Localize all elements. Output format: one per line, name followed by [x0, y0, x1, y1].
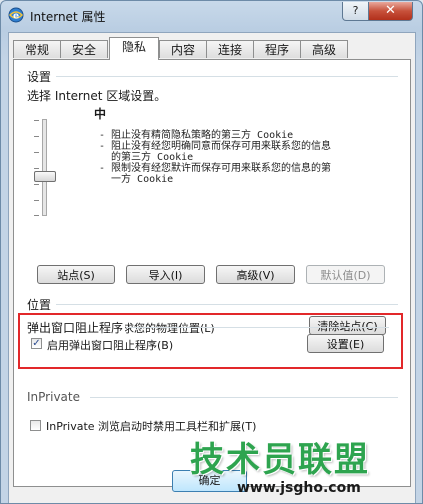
- watermark-url: www.jsgho.com: [237, 480, 361, 496]
- tab-programs[interactable]: 程序: [253, 40, 301, 58]
- popup-highlight-box: [18, 313, 403, 369]
- slider-tick: [34, 168, 39, 169]
- settings-divider: [56, 76, 398, 77]
- settings-group-label: 设置: [27, 70, 52, 84]
- tab-strip: 常规 安全 隐私 内容 连接 程序 高级: [13, 37, 413, 60]
- default-button[interactable]: 默认值(D): [306, 265, 385, 284]
- watermark: 技术员联盟 www.jsgho.com: [190, 432, 395, 504]
- tab-connections[interactable]: 连接: [206, 40, 254, 58]
- slider-tick: [34, 215, 39, 216]
- privacy-slider[interactable]: [32, 115, 72, 225]
- privacy-desc-line-5: 一方 Cookie: [99, 174, 174, 185]
- slider-tick: [34, 120, 39, 121]
- inprivate-disable-checkbox[interactable]: [30, 420, 41, 431]
- slider-tick: [34, 200, 39, 201]
- tab-advanced[interactable]: 高级: [300, 40, 348, 58]
- title-bar[interactable]: e Internet 属性 ? ✕: [1, 1, 422, 31]
- inprivate-group-label: InPrivate: [27, 390, 80, 404]
- tab-content[interactable]: 内容: [159, 40, 207, 58]
- slider-track: [42, 119, 47, 216]
- watermark-logo-text: 技术员联盟: [190, 440, 370, 480]
- privacy-desc-line-1: - 阻止没有精简隐私策略的第三方 Cookie: [99, 130, 294, 141]
- privacy-desc-line-2: - 阻止没有经您明确同意而保存可用来联系您的信息: [99, 141, 332, 152]
- privacy-panel: 设置 选择 Internet 区域设置。 中 - 阻止没有精简隐私策略的第三方 …: [13, 59, 411, 487]
- privacy-level-label: 中: [94, 107, 107, 121]
- import-button[interactable]: 导入(I): [126, 265, 205, 284]
- slider-tick: [34, 152, 39, 153]
- slider-thumb[interactable]: [34, 171, 56, 182]
- close-button[interactable]: ✕: [368, 2, 413, 21]
- window-title: Internet 属性: [30, 10, 106, 24]
- help-button[interactable]: ?: [342, 2, 369, 21]
- svg-text:e: e: [13, 12, 19, 22]
- advanced-button[interactable]: 高级(V): [216, 265, 295, 284]
- dialog-window: e Internet 属性 ? ✕ 常规 安全 隐私 内容 连接 程序 高级 设…: [0, 0, 423, 504]
- sites-button[interactable]: 站点(S): [37, 265, 115, 284]
- slider-tick: [34, 184, 39, 185]
- inprivate-divider: [90, 397, 398, 398]
- privacy-desc-line-3: 的第三方 Cookie: [99, 152, 194, 163]
- location-group-label: 位置: [27, 298, 52, 312]
- tab-general[interactable]: 常规: [13, 40, 61, 58]
- zone-prompt: 选择 Internet 区域设置。: [27, 89, 167, 103]
- privacy-desc-line-4: - 限制没有经您默许而保存可用来联系您的信息的第: [99, 163, 332, 174]
- internet-explorer-icon: e: [8, 7, 24, 23]
- tab-security[interactable]: 安全: [60, 40, 108, 58]
- location-divider: [56, 304, 398, 305]
- tab-privacy[interactable]: 隐私: [109, 37, 159, 60]
- slider-tick: [34, 136, 39, 137]
